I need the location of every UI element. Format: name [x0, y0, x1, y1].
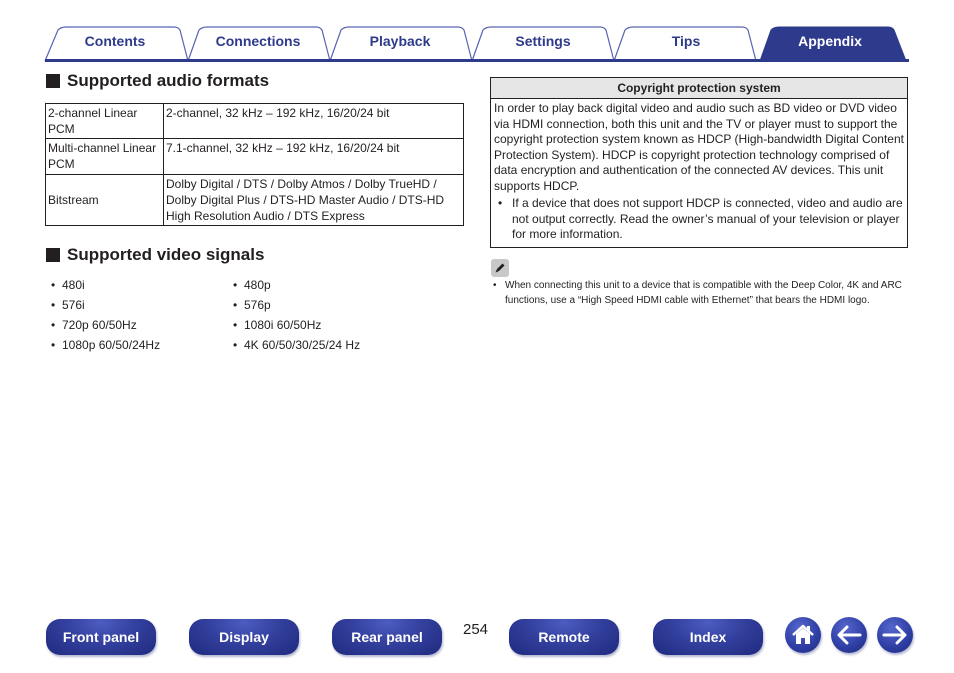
- video-list-col2: • 480p • 576p • 1080i 60/50Hz • 4K 60/50/30/…: [227, 278, 360, 358]
- spec-cell: 2-channel, 32 kHz – 192 kHz, 16/20/24 bi…: [163, 103, 464, 139]
- index-button[interactable]: Index: [653, 619, 763, 655]
- video-signal: 1080i 60/50Hz: [244, 318, 322, 332]
- copyright-text: In order to play back digital video and …: [494, 101, 904, 193]
- video-list-col1: • 480i • 576i • 720p 60/50Hz • 1080p 60/50/2…: [45, 278, 160, 358]
- display-button[interactable]: Display: [189, 619, 299, 655]
- home-icon: [792, 624, 814, 644]
- table-row: 2-channel Linear PCM 2-channel, 32 kHz –…: [45, 103, 464, 139]
- back-arrow-icon: [837, 625, 862, 645]
- bullet: •: [493, 280, 497, 291]
- bullet: •: [233, 298, 238, 312]
- pencil-icon: [491, 259, 509, 277]
- bullet: •: [51, 298, 56, 312]
- tab-connections[interactable]: Connections: [205, 33, 311, 49]
- forward-button[interactable]: [877, 617, 913, 653]
- bullet: •: [233, 278, 238, 292]
- tab-shapes: [44, 26, 909, 62]
- forward-arrow-icon: [882, 625, 907, 645]
- spec-cell: Dolby Digital / DTS / Dolby Atmos / Dolb…: [163, 174, 464, 226]
- video-signal: 1080p 60/50/24Hz: [62, 338, 161, 352]
- list-item: • 1080p 60/50/24Hz: [45, 338, 160, 358]
- tab-playback[interactable]: Playback: [347, 33, 453, 49]
- table-row: Multi-channel Linear PCM 7.1-channel, 32…: [45, 138, 464, 175]
- front-panel-button[interactable]: Front panel: [46, 619, 156, 655]
- list-item: • 576i: [45, 298, 160, 318]
- video-signals-title: Supported video signals: [67, 245, 265, 264]
- tab-contents[interactable]: Contents: [62, 33, 168, 49]
- note-text: When connecting this unit to a device th…: [505, 280, 902, 306]
- list-item: • If a device that does not support HDCP…: [494, 196, 904, 243]
- remote-button[interactable]: Remote: [509, 619, 619, 655]
- copyright-body: In order to play back digital video and …: [491, 99, 907, 247]
- video-signals-heading: Supported video signals: [46, 245, 264, 265]
- video-signal: 720p 60/50Hz: [62, 318, 137, 332]
- bullet: •: [51, 318, 56, 332]
- list-item: • 480p: [227, 278, 360, 298]
- bullet: •: [233, 318, 238, 332]
- copyright-title: Copyright protection system: [491, 78, 907, 99]
- video-signal: 480i: [62, 278, 85, 292]
- audio-formats-table: 2-channel Linear PCM 2-channel, 32 kHz –…: [45, 103, 464, 226]
- list-item: • 720p 60/50Hz: [45, 318, 160, 338]
- tab-settings[interactable]: Settings: [489, 33, 597, 49]
- bullet: •: [233, 338, 238, 352]
- bullet: •: [51, 338, 56, 352]
- page-number: 254: [463, 621, 489, 638]
- audio-formats-title: Supported audio formats: [67, 71, 270, 90]
- list-item: • 576p: [227, 298, 360, 318]
- tab-appendix[interactable]: Appendix: [776, 33, 884, 49]
- format-cell: Multi-channel Linear PCM: [45, 138, 164, 175]
- chapter-tabs: Contents Connections Playback Settings T…: [0, 0, 954, 64]
- list-item: • 480i: [45, 278, 160, 298]
- video-signal: 4K 60/50/30/25/24 Hz: [244, 338, 361, 352]
- section-square-icon: [46, 248, 60, 262]
- copyright-protection-box: Copyright protection system In order to …: [490, 77, 908, 248]
- format-cell: Bitstream: [45, 174, 164, 226]
- spec-cell: 7.1-channel, 32 kHz – 192 kHz, 16/20/24 …: [163, 138, 464, 175]
- video-signal: 480p: [244, 278, 271, 292]
- list-item: • 1080i 60/50Hz: [227, 318, 360, 338]
- back-button[interactable]: [831, 617, 867, 653]
- home-button[interactable]: [785, 617, 821, 653]
- bullet: •: [498, 196, 503, 210]
- list-item: • 4K 60/50/30/25/24 Hz: [227, 338, 360, 358]
- note-item: • When connecting this unit to a device …: [491, 279, 905, 308]
- format-cell: 2-channel Linear PCM: [45, 103, 164, 139]
- video-signal: 576p: [244, 298, 271, 312]
- bullet: •: [51, 278, 56, 292]
- audio-formats-heading: Supported audio formats: [46, 71, 269, 91]
- rear-panel-button[interactable]: Rear panel: [332, 619, 442, 655]
- copyright-bullet-text: If a device that does not support HDCP i…: [512, 196, 903, 241]
- table-row: Bitstream Dolby Digital / DTS / Dolby At…: [45, 174, 464, 226]
- section-square-icon: [46, 74, 60, 88]
- tab-tips[interactable]: Tips: [632, 33, 740, 49]
- tab-underline: [45, 59, 909, 62]
- video-signal: 576i: [62, 298, 85, 312]
